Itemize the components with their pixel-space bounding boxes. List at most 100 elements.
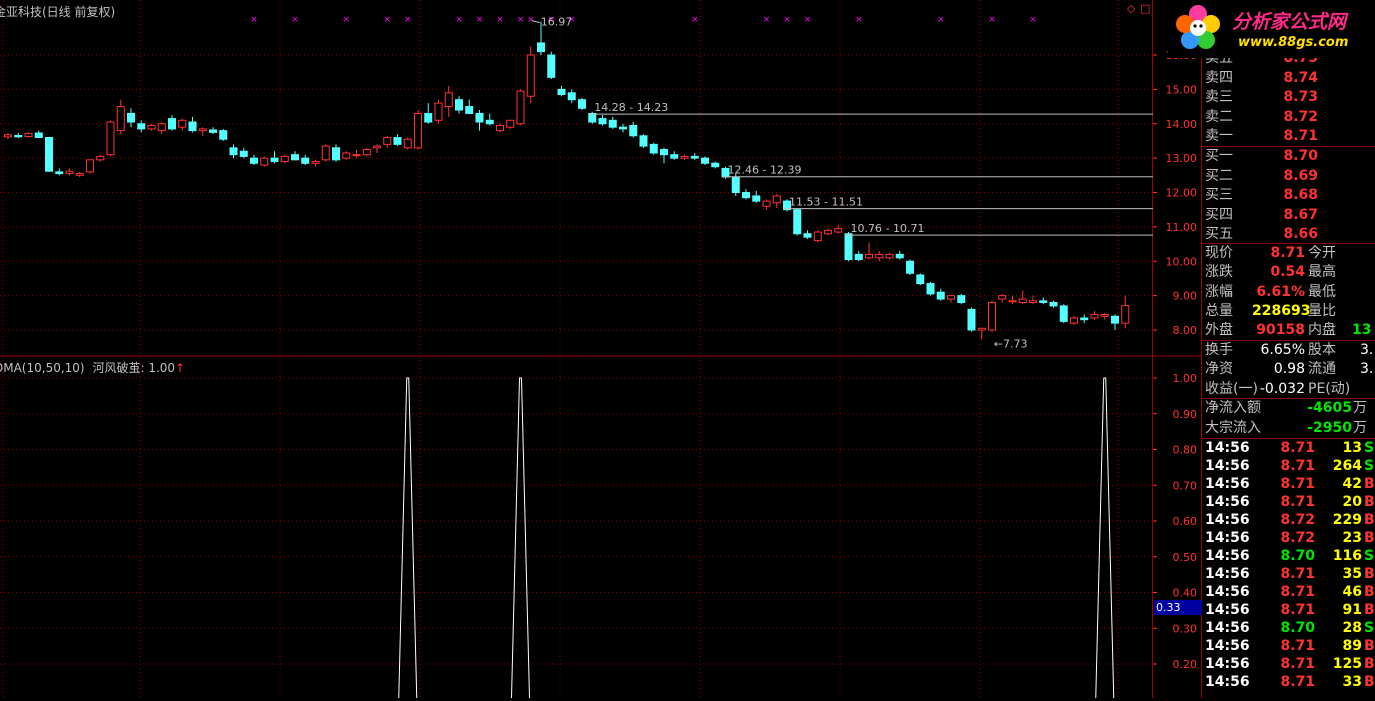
tick-price: 8.71 (1280, 566, 1315, 582)
tick-volume: 89 (1342, 638, 1362, 654)
tick-price: 8.71 (1280, 440, 1315, 456)
x-marker: × (496, 15, 504, 25)
candle-body (106, 121, 115, 156)
tick-volume: 91 (1342, 602, 1362, 618)
candle-body (865, 253, 873, 259)
price-tick-label: 15.00 (1166, 83, 1198, 96)
candle-body (516, 90, 525, 125)
candle-body (229, 147, 238, 156)
candle-body (701, 157, 709, 164)
candle-body (301, 157, 310, 164)
buy-row: 买五 8.66 (1202, 225, 1375, 244)
buy-level-price: 8.66 (1283, 226, 1318, 242)
up-arrow-icon: ↑ (175, 361, 186, 375)
indicator-label: DMA(10,50,10) (0, 361, 85, 375)
candle-body (670, 154, 679, 159)
candle-body (1059, 305, 1068, 322)
x-marker: × (404, 15, 412, 25)
tick-volume: 28 (1342, 620, 1362, 636)
axis-svg: 16.0015.0014.0013.0012.0011.0010.009.008… (1153, 0, 1202, 698)
tick-volume: 13 (1342, 440, 1362, 456)
quote-label-2: 最高 (1308, 264, 1336, 281)
tick-price: 8.71 (1280, 602, 1315, 618)
candle-body (639, 135, 648, 147)
candle-body (65, 170, 74, 175)
candle-body (86, 159, 94, 173)
candle-body (14, 134, 23, 138)
sell-level-price: 8.71 (1283, 128, 1318, 144)
sell-row: 卖二 8.72 (1202, 108, 1375, 127)
fund-label: 收益(一) (1205, 380, 1258, 397)
price-tick-label: 11.00 (1166, 221, 1198, 234)
tick-row: 14:56 8.72 23 B (1202, 529, 1375, 548)
corner-square-icon[interactable]: □ (1140, 2, 1150, 15)
x-marker: × (517, 15, 525, 25)
sell-level-label: 卖二 (1205, 108, 1233, 125)
tick-price: 8.70 (1280, 548, 1315, 564)
quote-label: 涨幅 (1205, 283, 1233, 300)
candle-body (608, 119, 617, 128)
tick-row: 14:56 8.71 35 B (1202, 565, 1375, 584)
quote-panel: 卖五8.75卖四8.74卖三8.73卖二8.72卖一8.71买一8.70买二8.… (1202, 0, 1375, 698)
candle-body (619, 126, 627, 130)
candle-body (731, 176, 740, 193)
sell-row: 卖一 8.71 (1202, 127, 1375, 146)
flow-label: 净流入额 (1205, 400, 1261, 416)
buy-level-price: 8.68 (1283, 187, 1318, 203)
indicator-spike (398, 377, 418, 699)
candle-body (270, 157, 279, 163)
indicator-tick-label: 0.30 (1173, 622, 1198, 635)
quote-label-2: 量比 (1308, 302, 1336, 319)
candle-body (157, 123, 166, 132)
x-marker: × (763, 15, 771, 25)
quote-row: 涨幅 6.61% 最低 (1202, 283, 1375, 302)
indicator-tick-label: 0.60 (1173, 515, 1198, 528)
candle-body (998, 295, 1007, 300)
quote-value: 228693 (1252, 302, 1311, 319)
candle-body (434, 102, 443, 121)
tick-time: 14:56 (1205, 602, 1250, 618)
quote-label: 涨跌 (1205, 264, 1233, 281)
tick-time: 14:56 (1205, 512, 1250, 528)
candle-body (1049, 302, 1058, 307)
buy-level-label: 买二 (1205, 167, 1233, 184)
candle-body (598, 118, 607, 125)
candle-body (116, 106, 125, 132)
candle-body (127, 112, 135, 123)
price-tick-label: 12.00 (1166, 187, 1198, 200)
tick-row: 14:56 8.71 42 B (1202, 475, 1375, 494)
candle-body (352, 154, 361, 157)
tick-volume: 35 (1342, 566, 1362, 582)
quote-label: 现价 (1205, 245, 1233, 261)
corner-diamond-icon[interactable]: ◇ (1127, 2, 1135, 15)
tick-price: 8.70 (1280, 620, 1315, 636)
quote-value: 0.54 (1270, 264, 1305, 281)
fund-value: -0.032 (1259, 380, 1305, 397)
tick-row: 14:56 8.71 89 B (1202, 637, 1375, 656)
candle-body (711, 162, 720, 168)
candle-body (793, 209, 802, 235)
tick-row: 14:56 8.71 33 B (1202, 673, 1375, 692)
tick-row: 14:56 8.71 46 B (1202, 583, 1375, 602)
kline-chart-area[interactable]: × × × × × × × × × × × × × × × × × × × × 14.28 - 14.23 12.46 -… (0, 0, 1153, 699)
tick-side: B (1364, 530, 1375, 546)
tick-time: 14:56 (1205, 656, 1250, 672)
x-marker: × (455, 15, 463, 25)
level-label: 10.76 - 10.71 (851, 222, 925, 235)
candle-body (1121, 305, 1130, 324)
candle-body (24, 132, 33, 137)
chart-title: 金亚科技(日线 前复权) (0, 5, 116, 19)
indicator-tick-label: 0.50 (1173, 551, 1198, 564)
candle-body (772, 195, 781, 204)
candle-body (321, 145, 330, 161)
kline-chart[interactable]: × × × × × × × × × × × × × × × × × × × ×14.28 - 14.2312.46 -… (0, 0, 1153, 699)
tick-volume: 229 (1332, 512, 1362, 528)
buy-level-label: 买五 (1205, 226, 1233, 242)
candle-body (803, 233, 812, 238)
buy-level-price: 8.67 (1283, 206, 1318, 223)
candle-body (209, 129, 217, 133)
x-marker: × (527, 15, 535, 25)
candle-body (926, 283, 935, 295)
tick-row: 14:56 8.72 229 B (1202, 511, 1375, 530)
fund-label: 净资 (1205, 361, 1233, 378)
